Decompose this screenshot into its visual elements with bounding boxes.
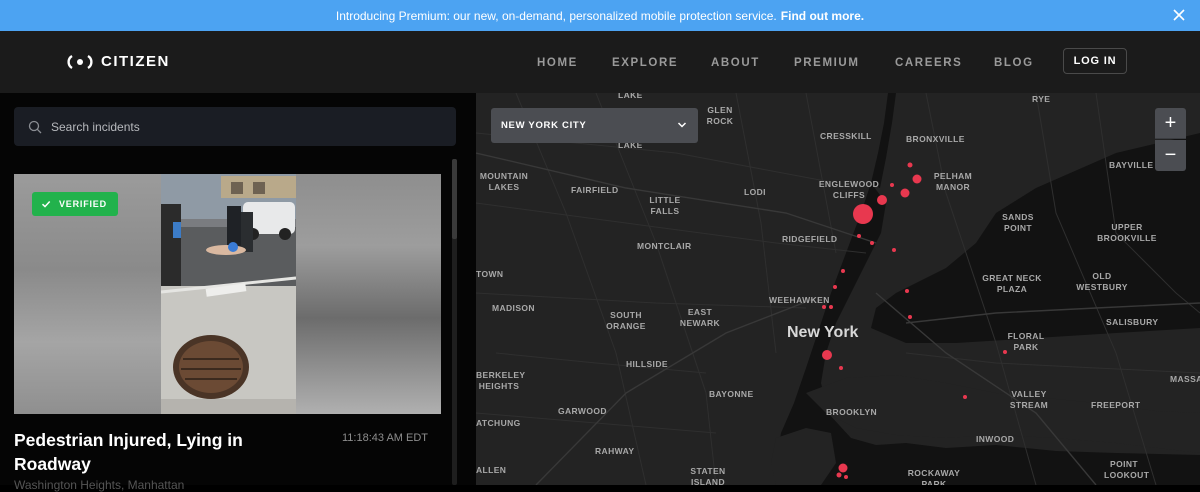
map-label: LITTLE FALLS [649,195,681,216]
map-label: CRESSKILL [820,131,872,141]
map-label: RAHWAY [595,446,635,456]
map-label: ALLEN [476,465,507,475]
brand-name: CITIZEN [101,53,170,70]
map-label: POINT LOOKOUT [1104,459,1150,480]
map-label: FREEPORT [1091,400,1141,410]
incident-map[interactable]: LAKE GLEN ROCK RYE LAKE CRESSKILL BRONXV… [476,93,1200,485]
nav-careers[interactable]: CAREERS [895,57,962,69]
incident-location: Washington Heights, Manhattan [14,478,185,492]
scrollbar-thumb[interactable] [452,159,457,239]
search-icon [28,120,42,133]
nav-explore[interactable]: EXPLORE [612,57,678,69]
map-label: INWOOD [976,434,1015,444]
brand-logo[interactable]: CITIZEN [66,53,170,70]
map-label: BAYVILLE [1109,160,1154,170]
map-label: HILLSIDE [626,359,668,369]
zoom-in-button[interactable]: + [1155,108,1186,139]
map-label: ENGLEWOOD CLIFFS [818,179,880,200]
map-label: FLORAL PARK [1007,331,1045,352]
map-label: MONTCLAIR [637,241,692,251]
citizen-logo-icon [67,54,93,69]
map-label: PELHAM MANOR [933,171,973,192]
map-label: BROOKLYN [826,407,878,417]
map-label: GLEN ROCK [706,105,734,126]
map-label: SANDS POINT [1002,212,1034,233]
map-label: MOUNTAIN LAKES [479,171,529,192]
map-label: ATCHUNG [476,418,521,428]
banner-link[interactable]: Find out more. [781,9,864,23]
nav-home[interactable]: HOME [537,57,578,69]
map-label: UPPER BROOKVILLE [1097,222,1157,243]
map-label: ROCKAWAY PARK [907,468,961,485]
blurred-image-right [296,174,441,414]
map-label: WEEHAWKEN [769,295,830,305]
login-button[interactable]: LOG IN [1063,48,1127,74]
map-label: OLD WESTBURY [1076,271,1128,292]
search-bar[interactable] [14,107,456,146]
verified-badge: VERIFIED [32,192,118,216]
city-selector[interactable]: NEW YORK CITY [491,108,698,143]
map-label: RYE [1032,94,1051,104]
map-label: STATEN ISLAND [690,466,726,485]
incident-title[interactable]: Pedestrian Injured, Lying in Roadway [14,428,314,476]
incident-time: 11:18:43 AM EDT [342,432,429,444]
map-label: LODI [744,187,766,197]
incident-sidebar: VERIFIED Pedestrian Injured, Lying in Ro… [0,93,476,492]
incident-image[interactable]: VERIFIED [14,174,441,414]
map-label: GREAT NECK PLAZA [982,273,1042,294]
top-nav: CITIZEN HOME EXPLORE ABOUT PREMIUM CAREE… [0,31,1200,93]
map-label: MASSA [1170,374,1200,384]
map-label: SALISBURY [1106,317,1159,327]
map-label: MADISON [492,303,535,313]
map-label: RIDGEFIELD [782,234,838,244]
checkmark-icon [41,200,51,208]
verified-label: VERIFIED [59,199,107,209]
nav-blog[interactable]: BLOG [994,57,1034,69]
promo-banner: Introducing Premium: our new, on-demand,… [0,0,1200,31]
map-label-city: New York [787,324,859,341]
search-input[interactable] [51,119,431,134]
banner-text: Introducing Premium: our new, on-demand,… [335,8,777,23]
map-label: LAKE [618,93,643,100]
incident-photo [161,174,296,414]
map-label: GARWOOD [558,406,607,416]
zoom-out-button[interactable]: − [1155,140,1186,171]
map-label: FAIRFIELD [571,185,619,195]
chevron-down-icon [677,122,687,128]
map-label: EAST NEWARK [679,307,721,328]
nav-about[interactable]: ABOUT [711,57,760,69]
map-label: VALLEY STREAM [1009,389,1049,410]
map-label: BERKELEY HEIGHTS [476,370,526,391]
map-label: BRONXVILLE [906,134,965,144]
city-selector-label: NEW YORK CITY [501,120,587,131]
map-label: TOWN [476,269,504,279]
close-icon[interactable] [1170,6,1188,24]
map-label: SOUTH ORANGE [606,310,646,331]
map-label: BAYONNE [709,389,754,399]
nav-premium[interactable]: PREMIUM [794,57,860,69]
